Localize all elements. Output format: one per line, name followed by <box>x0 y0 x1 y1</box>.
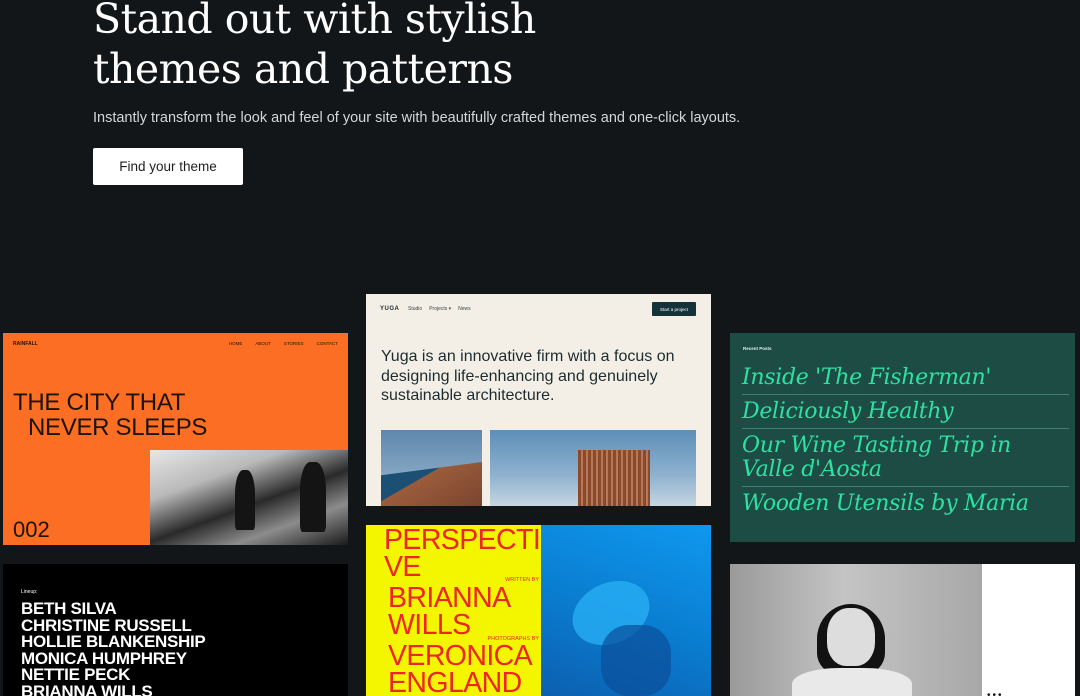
perspective-author: BRIANNA WILLS <box>388 582 510 641</box>
recent-posts-list: Inside 'The Fisherman' Deliciously Healt… <box>742 361 1069 520</box>
lineup-names: BETH SILVA CHRISTINE RUSSELL HOLLIE BLAN… <box>21 600 206 696</box>
rainfall-photo <box>150 450 348 545</box>
post-title: Wooden Utensils by Maria <box>742 491 1029 516</box>
theme-card-portrait[interactable]: ••• <box>730 564 1075 696</box>
hero-title: Stand out with stylish themes and patter… <box>93 0 536 94</box>
yuga-nav-item: Studio <box>408 306 423 312</box>
hero-title-line1: Stand out with stylish <box>93 0 536 43</box>
yuga-nav-item: Projects ▾ <box>429 306 452 312</box>
lineup-label: Lineup: <box>21 589 38 595</box>
post-title: Deliciously Healthy <box>742 395 1069 429</box>
perspective-photographer: VERONICA ENGLAND <box>388 640 531 696</box>
rainfall-brand: RAINFALL <box>13 341 38 347</box>
theme-card-yuga[interactable]: YUGA Studio Projects ▾ News Start a proj… <box>366 294 711 506</box>
perspective-title-line2: VE <box>384 551 421 583</box>
more-dots-icon: ••• <box>987 690 1004 696</box>
yuga-nav: Studio Projects ▾ News <box>408 306 471 312</box>
yuga-image-building <box>381 430 482 506</box>
perspective-text-panel: PERSPECTI VE WRITTEN BY BRIANNA WILLS PH… <box>366 525 541 696</box>
perspective-title: PERSPECTI VE <box>384 526 541 583</box>
written-by-label: WRITTEN BY <box>505 577 539 583</box>
yuga-heading: Yuga is an innovative firm with a focus … <box>381 348 675 404</box>
hero-title-line2: themes and patterns <box>93 45 513 93</box>
recent-posts-label: Recent Posts <box>743 346 772 351</box>
rainfall-number: 002 <box>13 517 50 542</box>
portrait-photo <box>730 564 982 696</box>
yuga-start-project-button: Start a project <box>652 302 696 316</box>
rainfall-heading: THE CITY THAT NEVER SLEEPS <box>13 390 207 440</box>
perspective-photo <box>541 525 711 696</box>
rainfall-nav-item: ABOUT <box>255 341 271 346</box>
theme-card-recent-posts[interactable]: Recent Posts Inside 'The Fisherman' Deli… <box>730 333 1075 542</box>
rainfall-nav: HOME ABOUT STORIES CONTACT <box>229 341 338 346</box>
theme-card-lineup[interactable]: Lineup: BETH SILVA CHRISTINE RUSSELL HOL… <box>3 564 348 696</box>
yuga-image-tower <box>490 430 696 506</box>
post-title: Our Wine Tasting Trip in Valle d'Aosta <box>742 429 1069 487</box>
post-title: Inside 'The Fisherman' <box>742 361 1069 395</box>
rainfall-heading-line2: NEVER SLEEPS <box>28 414 208 441</box>
yuga-nav-item: News <box>458 306 471 312</box>
hero-subtitle: Instantly transform the look and feel of… <box>93 110 741 126</box>
theme-card-perspective[interactable]: PERSPECTI VE WRITTEN BY BRIANNA WILLS PH… <box>366 525 711 696</box>
rainfall-nav-item: STORIES <box>283 341 304 346</box>
lineup-name: BRIANNA WILLS <box>21 681 153 696</box>
rainfall-nav-item: HOME <box>228 341 243 346</box>
rainfall-nav-item: CONTACT <box>316 341 338 346</box>
yuga-brand: YUGA <box>380 306 400 312</box>
theme-card-rainfall[interactable]: RAINFALL HOME ABOUT STORIES CONTACT THE … <box>3 333 348 545</box>
find-your-theme-button[interactable]: Find your theme <box>93 148 243 185</box>
rainfall-heading-line1: THE CITY THAT <box>13 389 186 416</box>
